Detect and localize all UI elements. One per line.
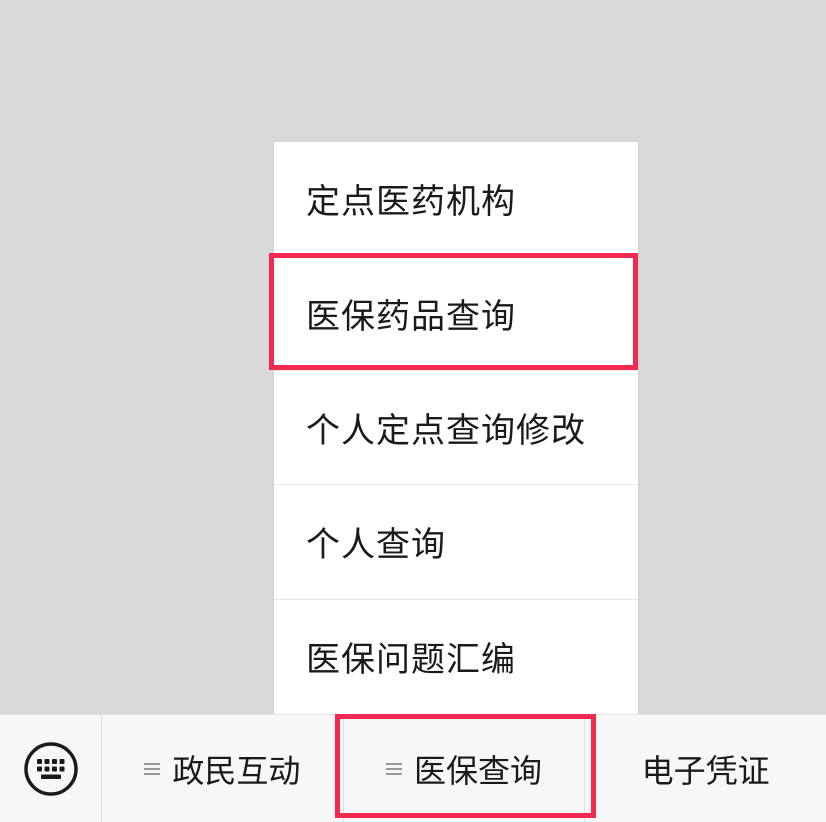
keyboard-toggle-button[interactable] xyxy=(0,715,102,822)
keyboard-icon xyxy=(23,741,78,796)
wechat-official-account-screen: 定点医药机构 医保药品查询 个人定点查询修改 个人查询 医保问题汇编 政民互动 … xyxy=(0,0,826,822)
menu-tab-government-interaction[interactable]: 政民互动 xyxy=(102,715,344,822)
submenu-item-label: 个人定点查询修改 xyxy=(306,410,586,451)
submenu-item-label: 医保问题汇编 xyxy=(306,640,516,681)
submenu-item-label: 个人查询 xyxy=(306,525,446,566)
submenu-item-drug-query[interactable]: 医保药品查询 xyxy=(274,256,638,371)
menu-tab-label: 医保查询 xyxy=(414,751,543,790)
menu-tab-label: 政民互动 xyxy=(172,751,301,790)
menu-lines-icon xyxy=(144,760,161,778)
menu-tab-medical-insurance-query[interactable]: 医保查询 xyxy=(344,715,586,822)
menu-lines-icon xyxy=(386,760,402,778)
menu-tab-label: 电子凭证 xyxy=(641,751,770,790)
menu-tab-electronic-voucher[interactable]: 电子凭证 xyxy=(585,715,826,822)
submenu-popup: 定点医药机构 医保药品查询 个人定点查询修改 个人查询 医保问题汇编 xyxy=(274,142,638,714)
bottom-menu-bar: 政民互动 医保查询 电子凭证 xyxy=(0,714,826,822)
submenu-item-label: 定点医药机构 xyxy=(306,182,516,223)
submenu-item-personal-designated-modify[interactable]: 个人定点查询修改 xyxy=(274,371,638,486)
submenu-item-personal-query[interactable]: 个人查询 xyxy=(274,485,638,600)
submenu-item-designated-institutions[interactable]: 定点医药机构 xyxy=(274,142,638,257)
submenu-item-faq[interactable]: 医保问题汇编 xyxy=(274,600,638,714)
submenu-item-label: 医保药品查询 xyxy=(306,296,516,337)
